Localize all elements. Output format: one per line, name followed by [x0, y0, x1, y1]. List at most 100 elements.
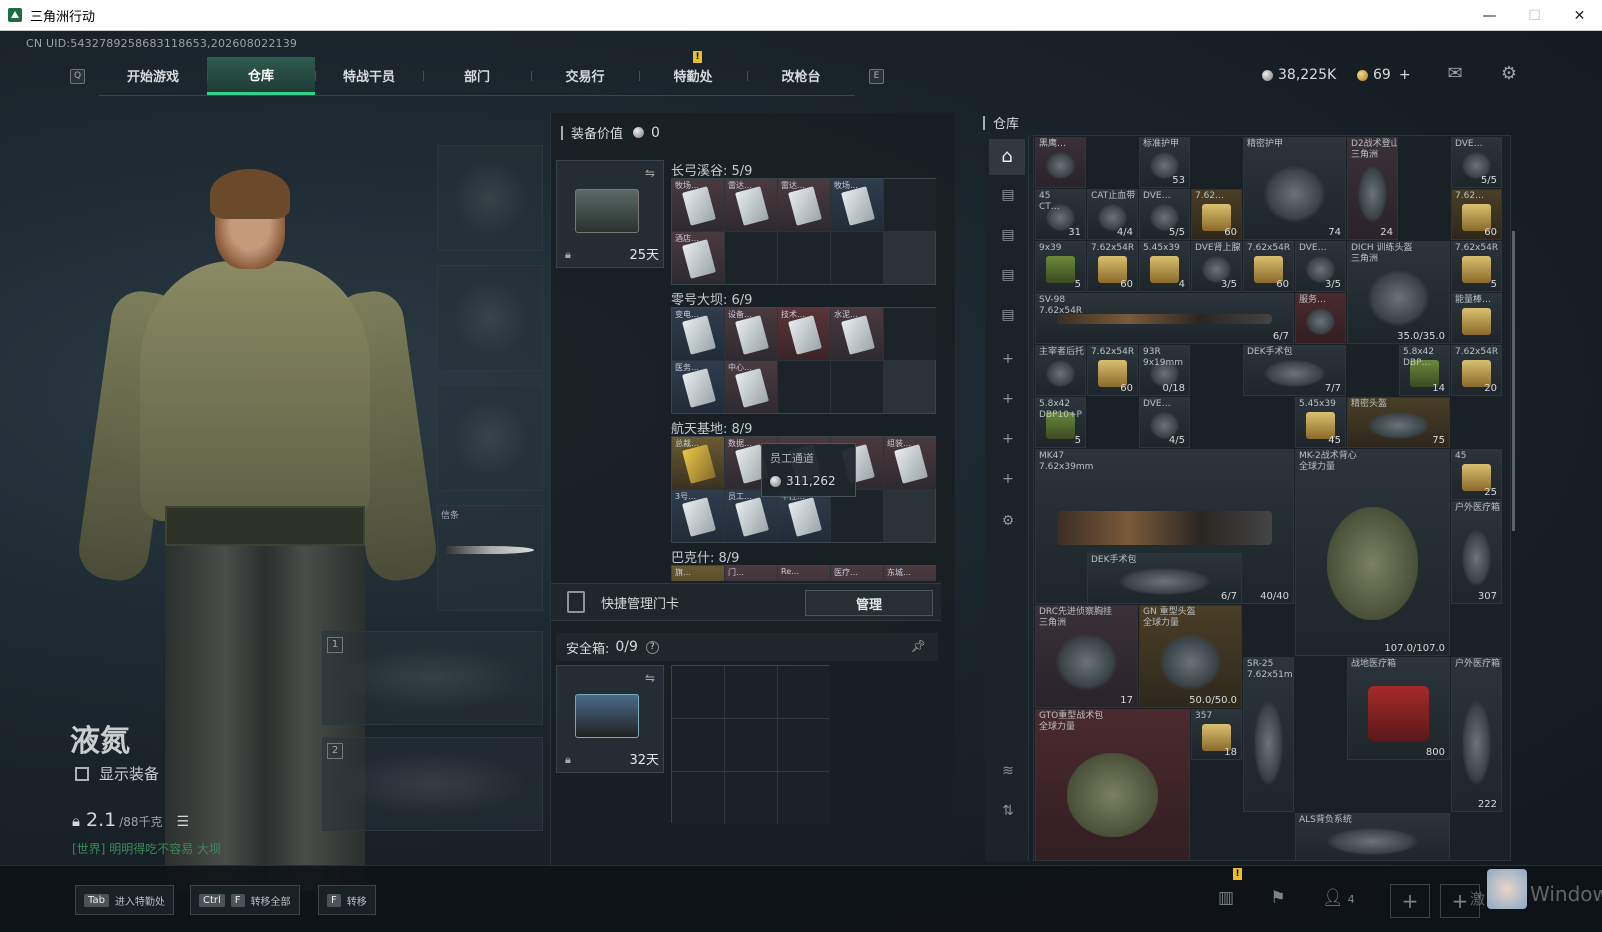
warehouse-item[interactable]: DEK手术包 6/7	[1087, 553, 1242, 604]
mail-icon[interactable]: ✉	[1444, 63, 1466, 84]
keycard-slot[interactable]: 牧场…	[672, 179, 724, 231]
pistol-slot[interactable]	[437, 385, 543, 491]
warehouse-item[interactable]: MK-2战术背心 全球力量 107.0/107.0	[1295, 449, 1450, 656]
warehouse-item[interactable]: DVE肾上腺 3/5	[1191, 241, 1242, 292]
warehouse-item[interactable]: SR-25 7.62x51mm	[1243, 657, 1294, 812]
secondary-weapon-slot[interactable]: 2	[322, 737, 543, 831]
keycard-slot[interactable]	[831, 232, 883, 284]
close-button[interactable]: ✕	[1557, 0, 1602, 31]
keycard-slot[interactable]: 雷达…	[778, 179, 830, 231]
keycard-slot[interactable]: 酒店…	[672, 232, 724, 284]
safe-slot[interactable]	[778, 666, 830, 718]
keycard-slot[interactable]: 技术…	[778, 308, 830, 360]
hint-transfer-all[interactable]: Ctrl F 转移全部	[190, 885, 300, 915]
safe-slot[interactable]	[672, 666, 724, 718]
warehouse-item[interactable]: ALS背负系统	[1295, 813, 1450, 860]
keycard-slot[interactable]: 医疗…	[831, 566, 883, 581]
tab-gunsmith[interactable]: 改枪台	[747, 57, 855, 95]
safe-slot[interactable]	[725, 719, 777, 771]
storage-tab-icon[interactable]: ▤	[997, 267, 1019, 287]
keycard-slot[interactable]: 水泥…	[831, 308, 883, 360]
stats-icon[interactable]: ▥	[1213, 888, 1239, 912]
settings-gear-icon[interactable]: ⚙	[997, 513, 1019, 533]
warehouse-item[interactable]: 服务…	[1295, 293, 1346, 344]
maximize-button[interactable]: ☐	[1512, 0, 1557, 31]
warehouse-item[interactable]: 7.62… 60	[1451, 189, 1502, 240]
warehouse-item[interactable]: 户外医疗箱 222	[1451, 657, 1502, 812]
friends-icon[interactable]: 👤︎ 4	[1322, 888, 1372, 912]
manage-button[interactable]: 管理	[805, 590, 933, 616]
warehouse-item[interactable]: DEK手术包 7/7	[1243, 345, 1346, 396]
add-tab-icon[interactable]: +	[997, 351, 1019, 371]
warehouse-item[interactable]: 9x39 5	[1035, 241, 1086, 292]
add-tab-icon[interactable]: +	[997, 471, 1019, 491]
melee-slot[interactable]: 信条	[437, 505, 543, 611]
helmet-slot[interactable]	[437, 145, 543, 251]
safe-slot[interactable]	[672, 772, 724, 824]
keycard-slot[interactable]: 组装…	[884, 437, 936, 489]
gold-currency[interactable]: 69 +	[1357, 67, 1411, 83]
keycard-slot[interactable]	[778, 232, 830, 284]
tab-warehouse[interactable]: 仓库	[207, 56, 315, 95]
keycard-slot[interactable]: 门…	[725, 566, 777, 581]
keycard-slot[interactable]	[778, 361, 830, 413]
safe-slot[interactable]	[778, 719, 830, 771]
warehouse-item[interactable]: DVE… 5/5	[1451, 137, 1502, 188]
swap-icon[interactable]: ⇋	[645, 671, 655, 685]
warehouse-item[interactable]: DVE… 5/5	[1139, 189, 1190, 240]
keycard-slot[interactable]: 雷达…	[725, 179, 777, 231]
warehouse-item[interactable]: 7.62x54R 60	[1087, 345, 1138, 396]
storage-tab-icon[interactable]: ▤	[997, 307, 1019, 327]
storage-tab-icon[interactable]: ▤	[997, 187, 1019, 207]
tab-special-ops[interactable]: 特勤处 !	[639, 50, 747, 95]
tab-department[interactable]: 部门	[423, 57, 531, 95]
help-icon[interactable]: ?	[645, 640, 659, 654]
keycard-case[interactable]: ⇋ 🔒︎ 25天	[556, 160, 664, 268]
show-gear-toggle[interactable]: 显示装备	[75, 763, 159, 784]
warehouse-item[interactable]: DVE… 3/5	[1295, 241, 1346, 292]
warehouse-item[interactable]: 精密护甲 74	[1243, 137, 1346, 240]
warehouse-scrollbar[interactable]	[1512, 231, 1515, 531]
pin-icon[interactable]: 📌︎	[911, 639, 926, 653]
tab-trading[interactable]: 交易行	[531, 57, 639, 95]
avatar[interactable]	[1487, 869, 1527, 909]
warehouse-item[interactable]: SV-98 7.62x54R 6/7	[1035, 293, 1294, 344]
show-gear-checkbox[interactable]	[75, 766, 89, 781]
keycard-slot[interactable]: 3号…	[672, 490, 724, 542]
warehouse-item[interactable]: 5.8x42 DBP… 14	[1399, 345, 1450, 396]
keycard-slot[interactable]	[725, 232, 777, 284]
warehouse-item[interactable]: 战地医疗箱 800	[1347, 657, 1450, 760]
warehouse-item[interactable]: 5.45x39 4	[1139, 241, 1190, 292]
primary-weapon-slot[interactable]: 1	[322, 631, 543, 725]
safe-slot[interactable]	[672, 719, 724, 771]
warehouse-item[interactable]: CAT止血带 4/4	[1087, 189, 1138, 240]
warehouse-item[interactable]: 主宰者后托	[1035, 345, 1086, 396]
invite-slot-button[interactable]: +	[1390, 884, 1430, 918]
settings-gear-icon[interactable]: ⚙	[1498, 63, 1520, 84]
keycard-slot[interactable]: 变电…	[672, 308, 724, 360]
warehouse-item[interactable]: 357 18	[1191, 709, 1242, 760]
keycard-slot[interactable]: 牧场…	[831, 179, 883, 231]
armor-slot[interactable]	[437, 265, 543, 371]
add-tab-icon[interactable]: +	[997, 391, 1019, 411]
warehouse-item[interactable]: DVE… 4/5	[1139, 397, 1190, 448]
warehouse-all-icon[interactable]: ⌂	[989, 139, 1025, 175]
warehouse-item[interactable]: 93R 9x19mm 0/18	[1139, 345, 1190, 396]
warehouse-item[interactable]: 户外医疗箱 307	[1451, 501, 1502, 604]
keycard-slot[interactable]: 总裁…	[672, 437, 724, 489]
warehouse-item[interactable]: 能量棒…	[1451, 293, 1502, 344]
safe-slot[interactable]	[725, 772, 777, 824]
flag-icon[interactable]: ⚑	[1265, 888, 1291, 912]
tab-start-game[interactable]: 开始游戏	[99, 57, 207, 95]
world-chat[interactable]: [世界] 明明得吃不容易 大坝	[72, 840, 221, 857]
keycard-slot[interactable]: 东城…	[884, 566, 936, 581]
safe-slot[interactable]	[778, 772, 830, 824]
tab-operators[interactable]: 特战干员	[315, 57, 423, 95]
keycard-slot[interactable]: 旗…	[672, 566, 724, 581]
minimize-button[interactable]: —	[1467, 0, 1512, 31]
warehouse-item[interactable]: 45 25	[1451, 449, 1502, 500]
warehouse-item[interactable]: GN 重型头盔 全球力量 50.0/50.0	[1139, 605, 1242, 708]
hint-transfer[interactable]: F 转移	[318, 885, 376, 915]
safe-slot[interactable]	[725, 666, 777, 718]
sort-icon[interactable]: ⇅	[997, 803, 1019, 823]
